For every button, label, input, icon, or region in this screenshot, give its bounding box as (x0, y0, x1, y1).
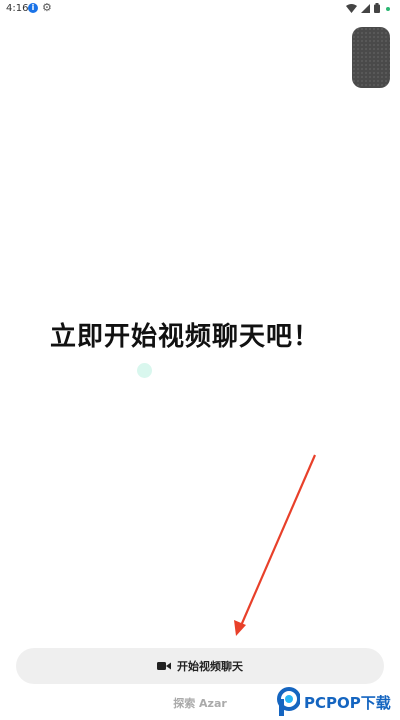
pcpop-logo-icon (277, 687, 300, 716)
start-button-label: 开始视频聊天 (177, 661, 243, 673)
annotation-arrow (234, 454, 317, 636)
start-video-chat-button[interactable]: 开始视频聊天 (16, 648, 384, 684)
watermark-text: PCPOP下载 (304, 693, 391, 712)
watermark: PCPOP下载 (276, 684, 400, 720)
video-camera-icon (157, 662, 171, 670)
